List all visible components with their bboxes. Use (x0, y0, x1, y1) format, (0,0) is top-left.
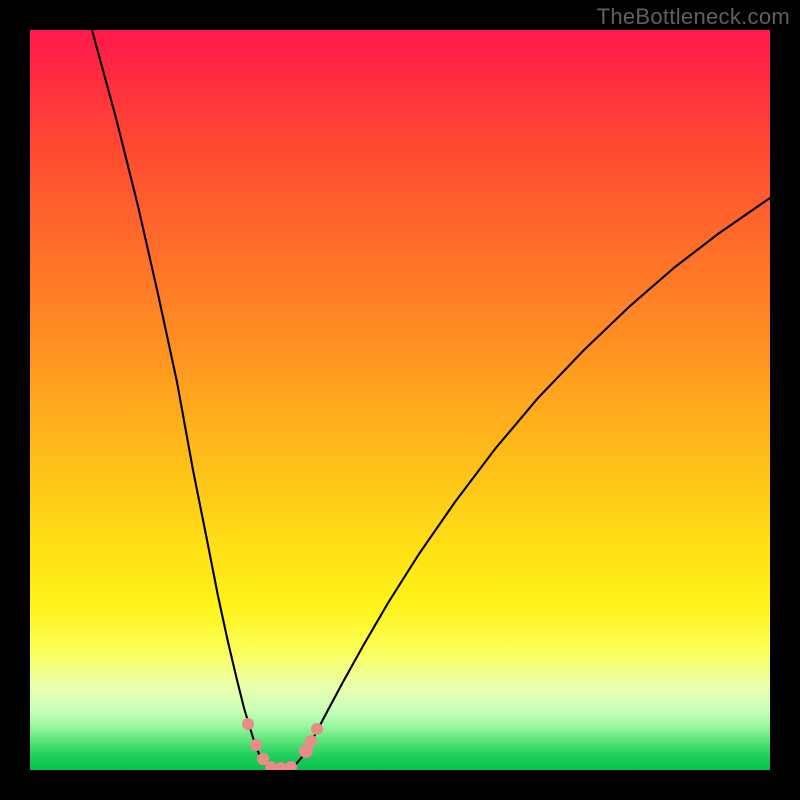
chart-stage: TheBottleneck.com (0, 0, 800, 800)
plot-area (30, 30, 770, 770)
marker-dot (311, 723, 323, 735)
sweet-spot-markers (242, 718, 323, 770)
curve-svg (30, 30, 770, 770)
bottleneck-left-branch (92, 30, 271, 767)
bottleneck-right-branch (291, 198, 770, 767)
marker-dot (285, 761, 297, 770)
attribution-text: TheBottleneck.com (597, 4, 790, 30)
marker-dot (305, 735, 317, 747)
marker-dot (250, 739, 262, 751)
marker-dot (242, 718, 254, 730)
